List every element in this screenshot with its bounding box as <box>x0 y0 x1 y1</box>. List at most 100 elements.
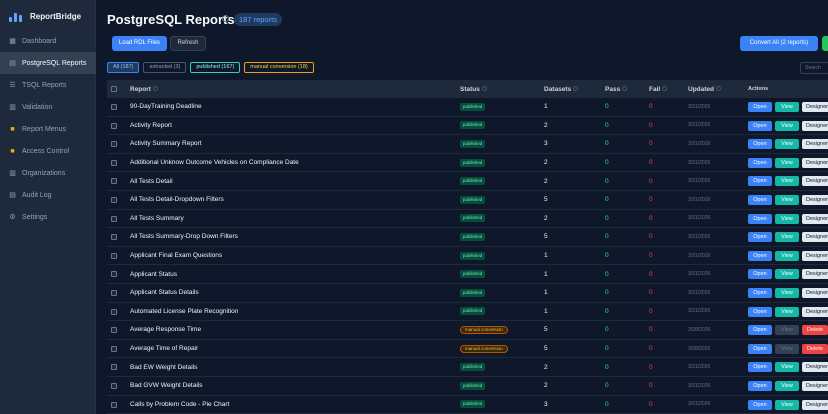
report-name[interactable]: Applicant Final Exam Questions <box>130 252 222 259</box>
column-fail[interactable]: Fail <box>649 86 668 93</box>
row-checkbox[interactable] <box>111 196 117 203</box>
row-checkbox[interactable] <box>111 252 117 259</box>
open-button[interactable]: Open <box>748 157 772 168</box>
view-button[interactable]: View <box>775 139 799 150</box>
open-button[interactable]: Open <box>748 102 772 112</box>
sidebar-item-tsql-reports[interactable]: ☰ TSQL Reports <box>0 74 96 96</box>
designer-button[interactable]: Designer <box>802 250 828 261</box>
row-checkbox[interactable] <box>111 327 117 334</box>
app-logo[interactable]: ReportBridge <box>8 8 88 24</box>
report-name[interactable]: Additional Unknow Outcome Vehicles on Co… <box>130 159 299 166</box>
report-name[interactable]: Average Time of Repair <box>130 345 198 352</box>
designer-button[interactable]: Designer <box>802 176 828 187</box>
report-name[interactable]: All Tests Summary-Drop Down Filters <box>130 233 238 240</box>
view-button[interactable]: View <box>775 250 799 261</box>
designer-button[interactable]: Designer <box>802 399 828 410</box>
report-name[interactable]: All Tests Summary <box>130 215 184 222</box>
open-button[interactable]: Open <box>748 306 772 317</box>
row-checkbox[interactable] <box>111 308 117 315</box>
open-button[interactable]: Open <box>748 232 772 243</box>
row-checkbox[interactable] <box>111 104 117 110</box>
sidebar-item-dashboard[interactable]: ▦ Dashboard <box>0 30 96 52</box>
sidebar-item-access-control[interactable]: ■ Access Control <box>0 140 96 162</box>
report-name[interactable]: Bad GVW Weight Details <box>130 382 203 389</box>
view-button[interactable]: View <box>775 213 799 224</box>
open-button[interactable]: Open <box>748 269 772 280</box>
sidebar-item-postgresql-reports[interactable]: ▤ PostgreSQL Reports <box>0 52 96 74</box>
select-all-checkbox[interactable] <box>111 86 117 92</box>
filter-manual-conversion[interactable]: manual conversion (18) <box>244 62 314 73</box>
open-button[interactable]: Open <box>748 362 772 373</box>
row-checkbox[interactable] <box>111 234 117 241</box>
designer-button[interactable]: Designer <box>802 139 828 150</box>
report-name[interactable]: All Tests Detail <box>130 178 173 185</box>
row-checkbox[interactable] <box>111 178 117 185</box>
filter-extracted[interactable]: extracted (3) <box>143 62 187 73</box>
designer-button[interactable]: Designer <box>802 306 828 317</box>
column-pass[interactable]: Pass <box>605 86 628 93</box>
view-button[interactable]: View <box>775 176 799 187</box>
open-button[interactable]: Open <box>748 287 772 298</box>
open-button[interactable]: Open <box>748 380 772 391</box>
view-button[interactable]: View <box>775 269 799 280</box>
delete-button[interactable]: Delete <box>802 325 828 336</box>
view-button[interactable]: View <box>775 380 799 391</box>
sidebar-item-organizations[interactable]: ▥ Organizations <box>0 162 96 184</box>
row-checkbox[interactable] <box>111 271 117 278</box>
open-button[interactable]: Open <box>748 176 772 187</box>
open-button[interactable]: Open <box>748 343 772 354</box>
column-status[interactable]: Status <box>460 86 487 93</box>
report-name[interactable]: Bad EW Weight Details <box>130 364 197 371</box>
open-button[interactable]: Open <box>748 399 772 410</box>
open-button[interactable]: Open <box>748 194 772 205</box>
designer-button[interactable]: Designer <box>802 194 828 205</box>
view-button[interactable]: View <box>775 287 799 298</box>
designer-button[interactable]: Designer <box>802 269 828 280</box>
sidebar-item-report-menus[interactable]: ■ Report Menus <box>0 118 96 140</box>
open-button[interactable]: Open <box>748 120 772 131</box>
view-button[interactable]: View <box>775 157 799 168</box>
open-button[interactable]: Open <box>748 250 772 261</box>
row-checkbox[interactable] <box>111 122 117 129</box>
designer-button[interactable]: Designer <box>802 232 828 243</box>
view-button[interactable]: View <box>775 306 799 317</box>
report-name[interactable]: Calls by Problem Code - Pie Chart <box>130 401 229 408</box>
row-checkbox[interactable] <box>111 159 117 166</box>
sidebar-item-settings[interactable]: ⚙ Settings <box>0 206 96 228</box>
column-updated[interactable]: Updated <box>688 86 721 93</box>
sidebar-item-audit-log[interactable]: ▤ Audit Log <box>0 184 96 206</box>
view-button[interactable]: View <box>775 232 799 243</box>
info-icon[interactable]: i <box>222 15 229 22</box>
view-button[interactable]: View <box>775 399 799 410</box>
extra-action-button[interactable] <box>822 36 828 51</box>
designer-button[interactable]: Designer <box>802 102 828 112</box>
report-name[interactable]: Automated License Plate Recognition <box>130 308 238 315</box>
view-button[interactable]: View <box>775 102 799 112</box>
search-input[interactable]: Search <box>800 62 828 74</box>
designer-button[interactable]: Designer <box>802 287 828 298</box>
view-button[interactable]: View <box>775 194 799 205</box>
designer-button[interactable]: Designer <box>802 157 828 168</box>
filter-published[interactable]: published (167) <box>190 62 241 73</box>
load-rdl-files-button[interactable]: Load RDL Files <box>112 36 167 51</box>
report-name[interactable]: Activity Summary Report <box>130 140 202 147</box>
open-button[interactable]: Open <box>748 325 772 336</box>
report-name[interactable]: Activity Report <box>130 122 172 129</box>
refresh-button[interactable]: Refresh <box>170 36 206 51</box>
filter-all[interactable]: All (187) <box>107 62 140 73</box>
designer-button[interactable]: Designer <box>802 213 828 224</box>
designer-button[interactable]: Designer <box>802 120 828 131</box>
row-checkbox[interactable] <box>111 141 117 148</box>
row-checkbox[interactable] <box>111 215 117 222</box>
report-name[interactable]: All Tests Detail-Dropdown Filters <box>130 196 224 203</box>
view-button[interactable]: View <box>775 120 799 131</box>
row-checkbox[interactable] <box>111 345 117 352</box>
sidebar-item-validation[interactable]: ▥ Validation <box>0 96 96 118</box>
designer-button[interactable]: Designer <box>802 362 828 373</box>
open-button[interactable]: Open <box>748 139 772 150</box>
delete-button[interactable]: Delete <box>802 343 828 354</box>
row-checkbox[interactable] <box>111 401 117 408</box>
report-name[interactable]: Applicant Status Details <box>130 289 199 296</box>
view-button[interactable]: View <box>775 362 799 373</box>
designer-button[interactable]: Designer <box>802 380 828 391</box>
